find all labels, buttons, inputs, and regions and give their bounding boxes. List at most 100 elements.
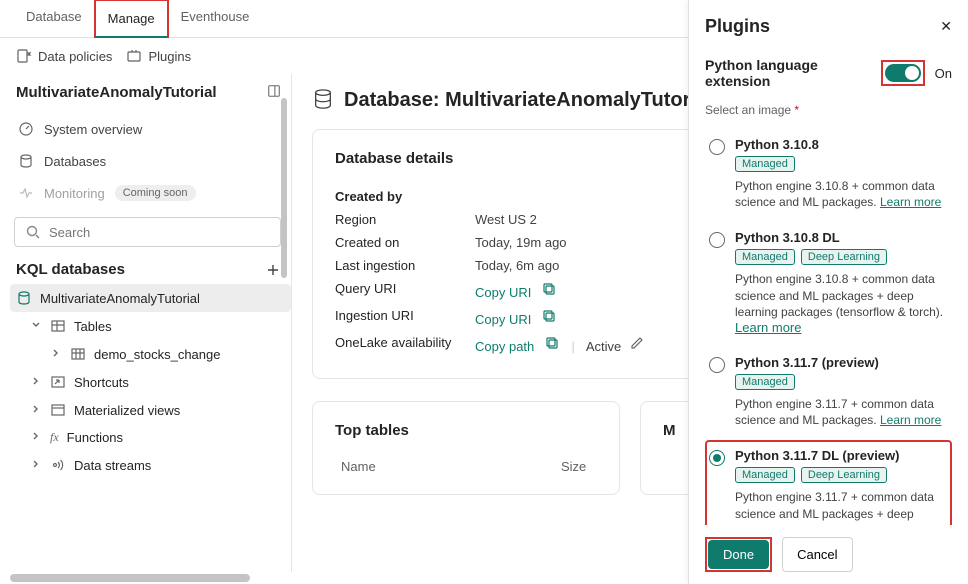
plugins-label: Plugins bbox=[148, 49, 191, 64]
python-extension-toggle[interactable] bbox=[885, 64, 921, 82]
tree-db[interactable]: MultivariateAnomalyTutorial bbox=[10, 284, 291, 312]
required-asterisk: * bbox=[794, 103, 799, 117]
last-ingestion-value: Today, 6m ago bbox=[475, 258, 559, 273]
option-name: Python 3.10.8 bbox=[735, 137, 948, 152]
copy-onelake-path[interactable]: Copy path bbox=[475, 339, 534, 354]
function-icon: fx bbox=[50, 430, 59, 445]
tag-managed: Managed bbox=[735, 467, 795, 483]
created-on-value: Today, 19m ago bbox=[475, 235, 567, 250]
plugin-icon bbox=[126, 48, 142, 64]
chevron-right-icon bbox=[30, 403, 42, 418]
chevron-right-icon bbox=[30, 430, 42, 445]
data-policies-label: Data policies bbox=[38, 49, 112, 64]
option-python-3108-dl[interactable]: Python 3.10.8 DL Managed Deep Learning P… bbox=[705, 222, 952, 347]
materialized-view-icon bbox=[50, 402, 66, 418]
left-pane: MultivariateAnomalyTutorial System overv… bbox=[0, 74, 292, 572]
copy-ingest-uri[interactable]: Copy URI bbox=[475, 312, 531, 327]
databases-icon bbox=[18, 153, 34, 169]
query-uri-label: Query URI bbox=[335, 281, 475, 300]
copy-icon[interactable] bbox=[541, 308, 557, 324]
gauge-icon bbox=[18, 121, 34, 137]
copy-icon[interactable] bbox=[541, 281, 557, 297]
radio-icon[interactable] bbox=[709, 232, 725, 248]
tree-streams-label: Data streams bbox=[74, 458, 151, 473]
region-value: West US 2 bbox=[475, 212, 537, 227]
col-size: Size bbox=[561, 459, 586, 474]
database-title-icon bbox=[312, 88, 334, 113]
edit-icon[interactable] bbox=[629, 335, 645, 351]
option-python-3108[interactable]: Python 3.10.8 Managed Python engine 3.10… bbox=[705, 129, 952, 222]
database-icon bbox=[16, 290, 32, 306]
tree-tables-label: Tables bbox=[74, 319, 112, 334]
tag-deep-learning: Deep Learning bbox=[801, 467, 887, 483]
close-icon[interactable]: ✕ bbox=[940, 18, 952, 35]
panel-collapse-icon[interactable] bbox=[267, 84, 281, 101]
search-input-wrap[interactable] bbox=[14, 217, 281, 247]
tab-manage[interactable]: Manage bbox=[94, 0, 169, 38]
radio-icon[interactable] bbox=[709, 139, 725, 155]
chevron-right-icon bbox=[30, 458, 42, 473]
coming-soon-badge: Coming soon bbox=[115, 185, 196, 201]
database-title: Database: MultivariateAnomalyTutorial bbox=[344, 89, 713, 112]
radio-icon[interactable] bbox=[709, 450, 725, 466]
option-python-3117-dl[interactable]: Python 3.11.7 DL (preview) Managed Deep … bbox=[705, 440, 952, 525]
search-input[interactable] bbox=[49, 225, 270, 240]
plugins-panel: Plugins ✕ Python language extension On S… bbox=[688, 0, 968, 584]
option-desc: Python engine 3.10.8 + common data scien… bbox=[735, 272, 943, 318]
tag-managed: Managed bbox=[735, 156, 795, 172]
done-button[interactable]: Done bbox=[708, 540, 769, 569]
tree-shortcuts[interactable]: Shortcuts bbox=[16, 368, 291, 396]
tree-tables[interactable]: Tables bbox=[16, 312, 291, 340]
tree-functions[interactable]: fx Functions bbox=[16, 424, 291, 451]
monitoring-icon bbox=[18, 185, 34, 201]
option-python-3117[interactable]: Python 3.11.7 (preview) Managed Python e… bbox=[705, 347, 952, 440]
nav-monitoring: Monitoring Coming soon bbox=[10, 177, 291, 209]
copy-query-uri[interactable]: Copy URI bbox=[475, 285, 531, 300]
option-name: Python 3.11.7 DL (preview) bbox=[735, 448, 948, 463]
toggle-state: On bbox=[935, 66, 952, 81]
copy-icon[interactable] bbox=[544, 335, 560, 351]
search-icon bbox=[25, 224, 41, 240]
tree-demo-label: demo_stocks_change bbox=[94, 347, 220, 362]
nav-databases[interactable]: Databases bbox=[10, 145, 291, 177]
option-name: Python 3.11.7 (preview) bbox=[735, 355, 948, 370]
learn-more-link[interactable]: Learn more bbox=[880, 413, 941, 427]
table-icon bbox=[70, 346, 86, 362]
tag-managed: Managed bbox=[735, 249, 795, 265]
plugins-button[interactable]: Plugins bbox=[126, 48, 191, 64]
tree-streams[interactable]: Data streams bbox=[16, 451, 291, 479]
nav-overview[interactable]: System overview bbox=[10, 113, 291, 145]
last-ingestion-label: Last ingestion bbox=[335, 258, 475, 273]
tree-mat-views[interactable]: Materialized views bbox=[16, 396, 291, 424]
onelake-label: OneLake availability bbox=[335, 335, 475, 354]
cancel-button[interactable]: Cancel bbox=[782, 537, 852, 572]
eventhouse-title: MultivariateAnomalyTutorial bbox=[16, 84, 217, 101]
stream-icon bbox=[50, 457, 66, 473]
created-by-label: Created by bbox=[335, 189, 475, 204]
nav-overview-label: System overview bbox=[44, 122, 142, 137]
tag-managed: Managed bbox=[735, 374, 795, 390]
radio-icon[interactable] bbox=[709, 357, 725, 373]
ingestion-uri-label: Ingestion URI bbox=[335, 308, 475, 327]
panel-title: Plugins bbox=[705, 16, 770, 37]
chevron-right-icon bbox=[30, 375, 42, 390]
option-name: Python 3.10.8 DL bbox=[735, 230, 948, 245]
created-on-label: Created on bbox=[335, 235, 475, 250]
chevron-right-icon bbox=[50, 347, 62, 362]
add-database-icon[interactable] bbox=[265, 262, 281, 278]
learn-more-link[interactable]: Learn more bbox=[735, 320, 801, 335]
learn-more-link[interactable]: Learn more bbox=[880, 195, 941, 209]
tree-demo-table[interactable]: demo_stocks_change bbox=[16, 340, 291, 368]
top-tables-card: Top tables Name Size bbox=[312, 401, 620, 495]
tree-shortcuts-label: Shortcuts bbox=[74, 375, 129, 390]
policies-icon bbox=[16, 48, 32, 64]
data-policies-button[interactable]: Data policies bbox=[16, 48, 112, 64]
option-desc: Python engine 3.11.7 + common data scien… bbox=[735, 490, 943, 525]
tab-eventhouse[interactable]: Eventhouse bbox=[169, 0, 262, 37]
left-scrollbar[interactable] bbox=[281, 80, 289, 566]
col-name: Name bbox=[341, 459, 501, 474]
chevron-down-icon bbox=[30, 319, 42, 334]
onelake-active: Active bbox=[586, 339, 621, 354]
toggle-label: Python language extension bbox=[705, 57, 871, 89]
tab-database[interactable]: Database bbox=[14, 0, 94, 37]
